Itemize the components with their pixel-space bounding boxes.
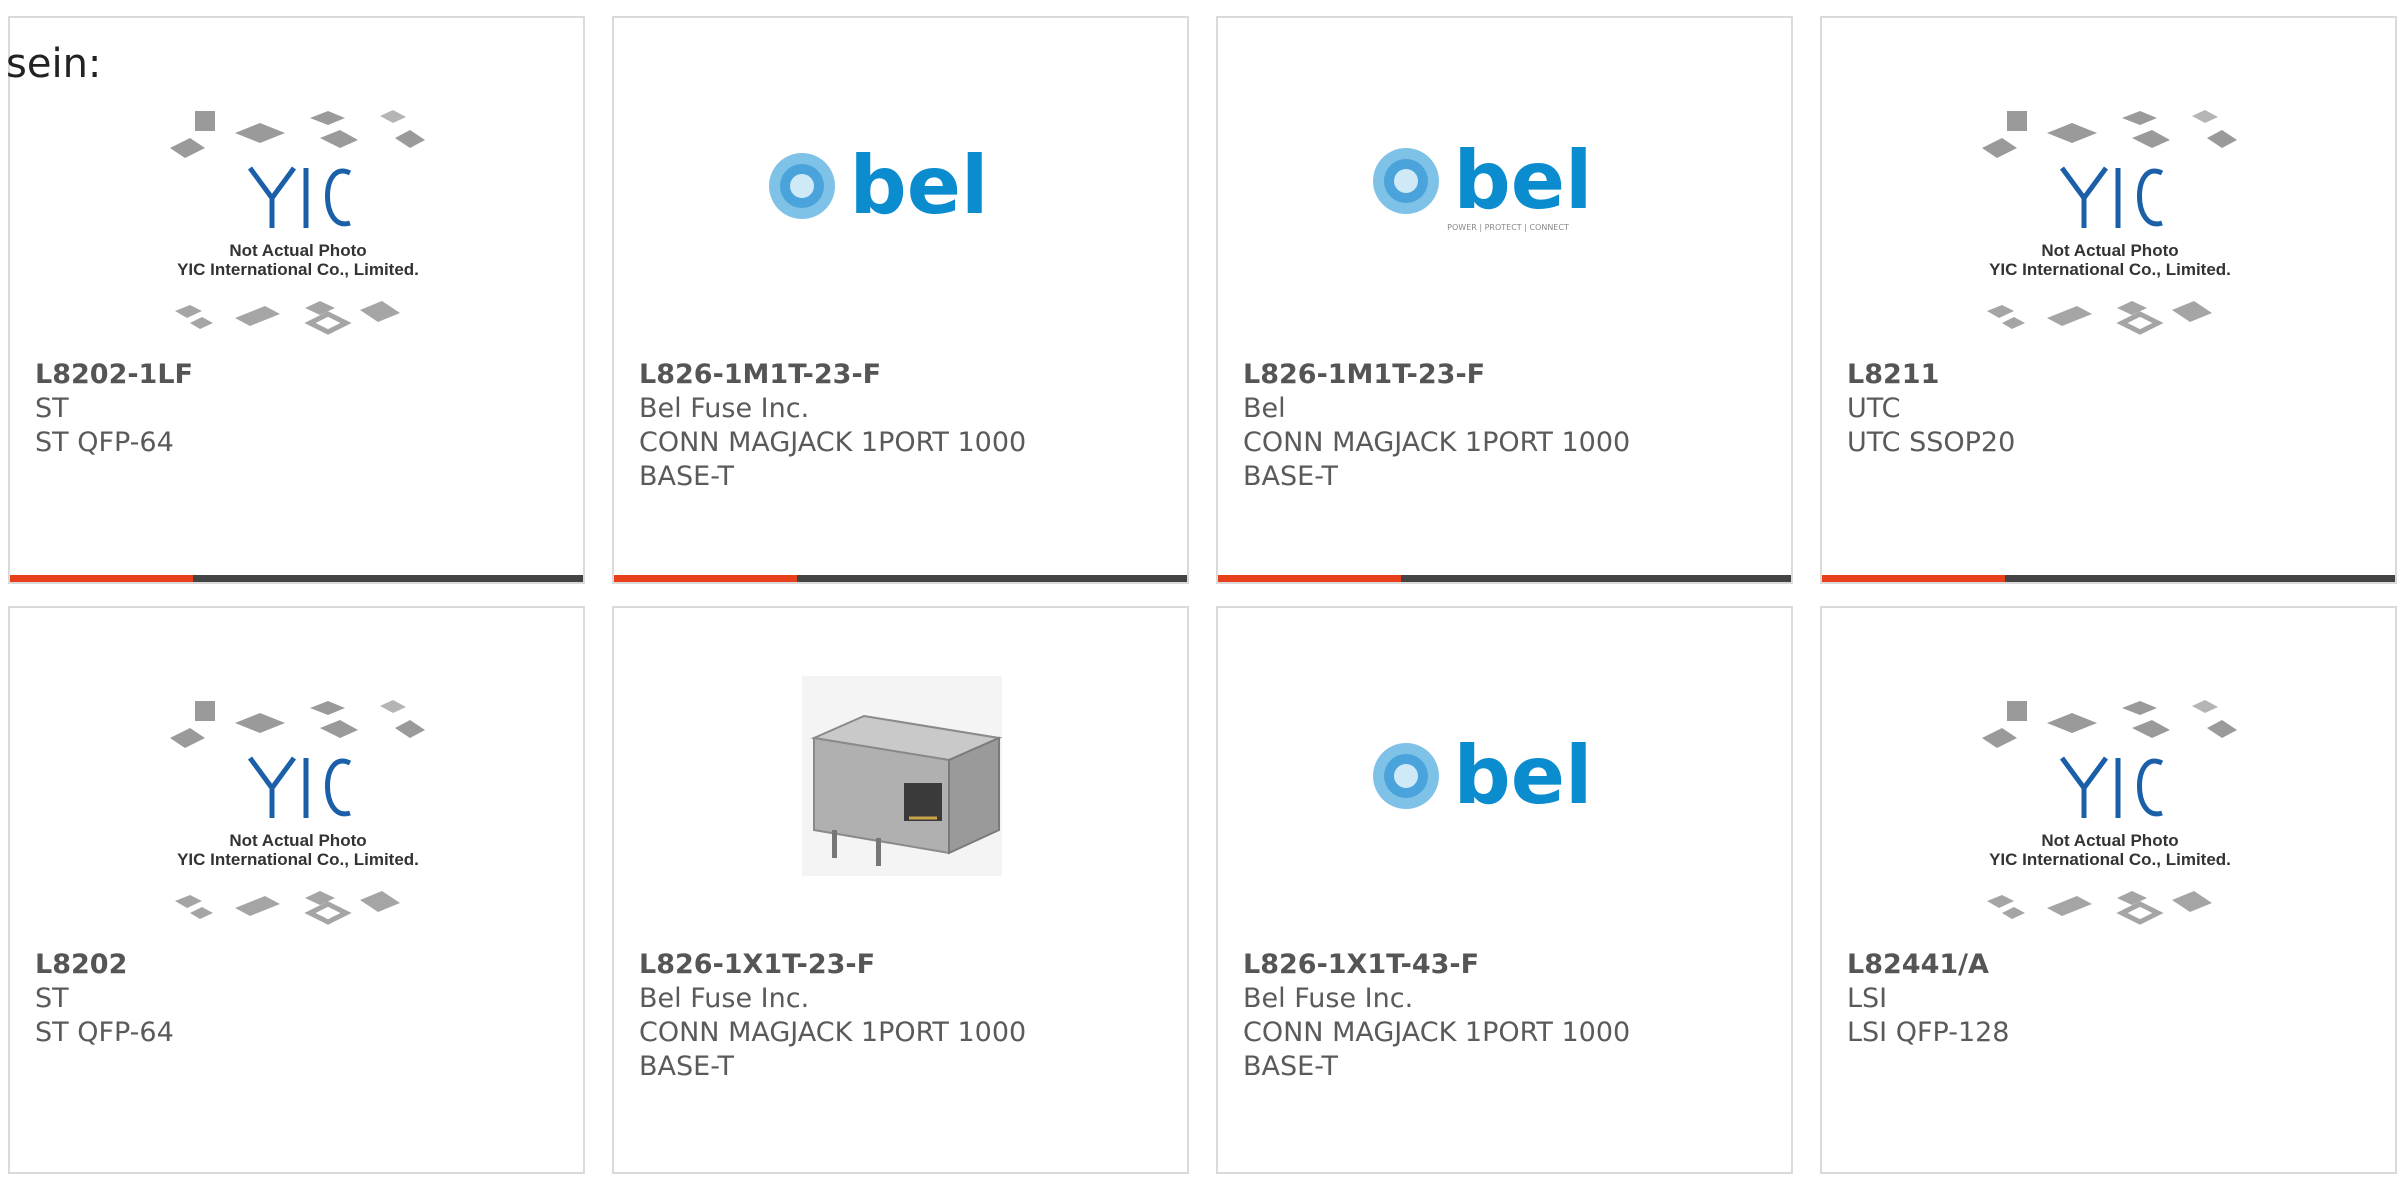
svg-text:Not Actual Photo: Not Actual Photo [2041,241,2178,260]
card-bottom-bar [1218,575,1791,582]
product-grid: Not Actual Photo YIC International Co., … [8,16,2400,1177]
svg-text:bel: bel [1454,729,1593,822]
bel-logo-image: bel [1373,729,1593,822]
product-image[interactable]: bel [614,18,1187,343]
product-info: L826-1X1T-43-F Bel Fuse Inc. CONN MAGJAC… [1243,948,1763,1084]
svg-text:Not Actual Photo: Not Actual Photo [229,831,366,850]
description: CONN MAGJACK 1PORT 1000 [639,427,1027,458]
manufacturer: Bel Fuse Inc. [639,393,810,424]
manufacturer: Bel [1243,393,1286,424]
yic-placeholder-image: Not Actual Photo YIC International Co., … [170,700,425,925]
card-bar-accent [614,575,797,582]
product-card[interactable]: Not Actual Photo YIC International Co., … [1820,16,2397,584]
manufacturer: ST [35,393,69,424]
svg-text:YIC International Co., Limited: YIC International Co., Limited. [177,850,419,869]
description-line2: BASE-T [1243,1051,1338,1082]
rj45-connector-image [802,676,1003,876]
product-image[interactable]: Not Actual Photo YIC International Co., … [10,608,583,933]
description: LSI QFP-128 [1847,1017,2010,1048]
manufacturer: ST [35,983,69,1014]
card-bottom-bar [614,575,1187,582]
product-card[interactable]: bel POWER | PROTECT | CONNECT L826-1M1T-… [1216,16,1793,584]
description-line2: BASE-T [639,1051,734,1082]
description: UTC SSOP20 [1847,427,2016,458]
yic-placeholder-image: Not Actual Photo YIC International Co., … [1982,700,2237,925]
part-number-link[interactable]: L8202 [35,948,555,982]
yic-placeholder-image: Not Actual Photo YIC International Co., … [1982,110,2237,335]
svg-text:Not Actual Photo: Not Actual Photo [2041,831,2178,850]
svg-text:bel: bel [850,139,989,232]
description: CONN MAGJACK 1PORT 1000 [1243,427,1631,458]
product-card[interactable]: bel L826-1M1T-23-F Bel Fuse Inc. CONN MA… [612,16,1189,584]
part-number-link[interactable]: L826-1X1T-23-F [639,948,1159,982]
description: ST QFP-64 [35,427,174,458]
product-info: L8202 ST ST QFP-64 [35,948,555,1050]
description-line2: BASE-T [1243,461,1338,492]
product-card[interactable]: Not Actual Photo YIC International Co., … [8,16,585,584]
bel-logo-image: bel [769,139,989,232]
description: CONN MAGJACK 1PORT 1000 [639,1017,1027,1048]
card-bar-accent [10,575,193,582]
card-bottom-bar [10,575,583,582]
product-info: L8211 UTC UTC SSOP20 [1847,358,2367,460]
part-number-link[interactable]: L8202-1LF [35,358,555,392]
product-info: L82441/A LSI LSI QFP-128 [1847,948,2367,1050]
product-info: L826-1M1T-23-F Bel Fuse Inc. CONN MAGJAC… [639,358,1159,494]
svg-text:POWER | PROTECT | CONNECT: POWER | PROTECT | CONNECT [1447,223,1569,232]
svg-text:bel: bel [1454,134,1593,227]
part-number-link[interactable]: L826-1M1T-23-F [1243,358,1763,392]
description: ST QFP-64 [35,1017,174,1048]
product-image[interactable]: bel POWER | PROTECT | CONNECT [1218,18,1791,343]
product-info: L826-1M1T-23-F Bel CONN MAGJACK 1PORT 10… [1243,358,1763,494]
intro-text: sein: [6,41,102,87]
svg-text:Not Actual Photo: Not Actual Photo [229,241,366,260]
product-info: L8202-1LF ST ST QFP-64 [35,358,555,460]
bel-logo-image: bel POWER | PROTECT | CONNECT [1373,134,1593,232]
product-card[interactable]: bel L826-1X1T-43-F Bel Fuse Inc. CONN MA… [1216,606,1793,1174]
product-image[interactable]: bel [1218,608,1791,933]
description: CONN MAGJACK 1PORT 1000 [1243,1017,1631,1048]
product-info: L826-1X1T-23-F Bel Fuse Inc. CONN MAGJAC… [639,948,1159,1084]
product-card[interactable]: Not Actual Photo YIC International Co., … [1820,606,2397,1174]
product-image[interactable]: Not Actual Photo YIC International Co., … [1822,18,2395,343]
part-number-link[interactable]: L826-1X1T-43-F [1243,948,1763,982]
manufacturer: LSI [1847,983,1888,1014]
part-number-link[interactable]: L826-1M1T-23-F [639,358,1159,392]
description-line2: BASE-T [639,461,734,492]
product-card[interactable]: Not Actual Photo YIC International Co., … [8,606,585,1174]
product-image[interactable] [614,608,1187,933]
manufacturer: Bel Fuse Inc. [1243,983,1414,1014]
manufacturer: Bel Fuse Inc. [639,983,810,1014]
card-bottom-bar [1822,575,2395,582]
part-number-link[interactable]: L8211 [1847,358,2367,392]
product-image[interactable]: Not Actual Photo YIC International Co., … [1822,608,2395,933]
svg-text:YIC International Co., Limited: YIC International Co., Limited. [1989,850,2231,869]
product-card[interactable]: L826-1X1T-23-F Bel Fuse Inc. CONN MAGJAC… [612,606,1189,1174]
part-number-link[interactable]: L82441/A [1847,948,2367,982]
svg-text:YIC International Co., Limited: YIC International Co., Limited. [177,260,419,279]
svg-text:YIC International Co., Limited: YIC International Co., Limited. [1989,260,2231,279]
manufacturer: UTC [1847,393,1901,424]
card-bar-accent [1218,575,1401,582]
card-bar-accent [1822,575,2005,582]
